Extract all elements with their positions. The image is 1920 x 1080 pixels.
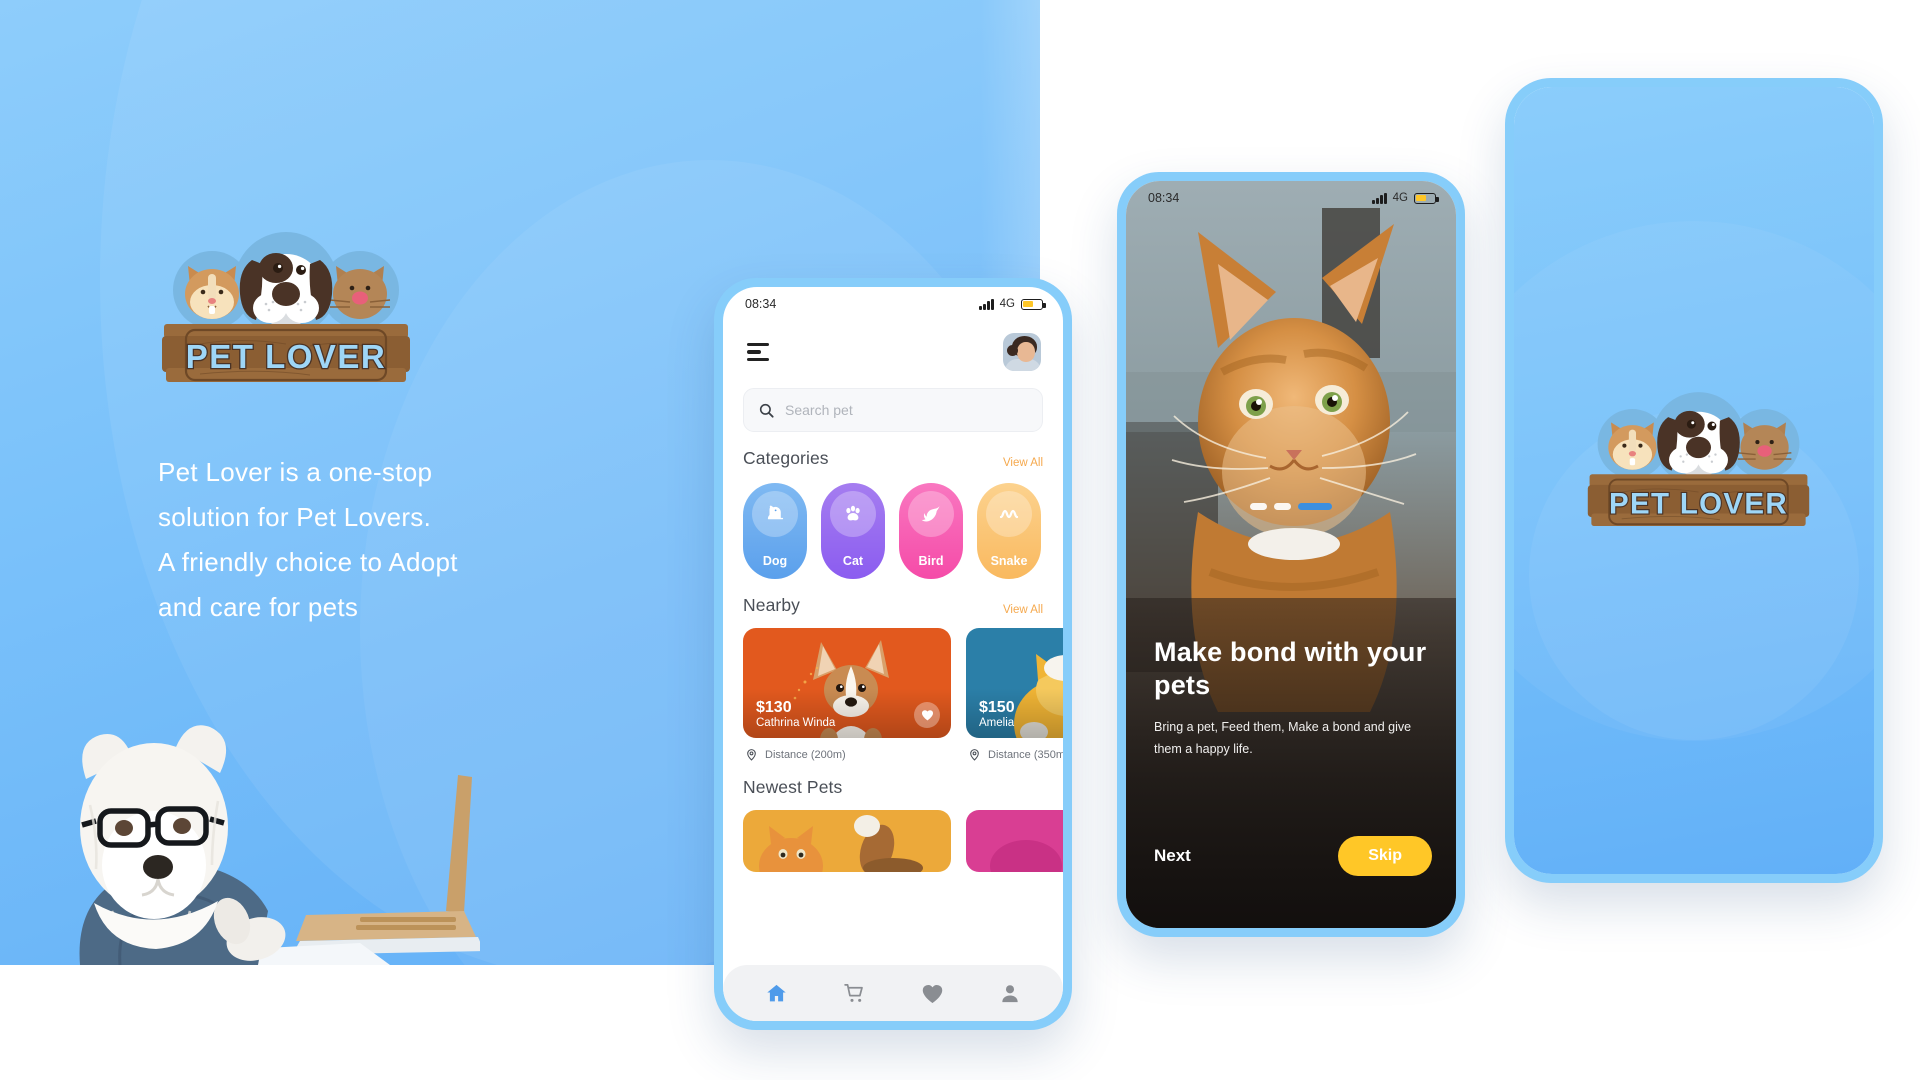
nearby-list: $130 Cathrina Winda Distance (200m) $150… bbox=[723, 616, 1063, 761]
nearby-card[interactable]: $150 Amelia Distance (350m) bbox=[966, 628, 1063, 761]
battery-icon bbox=[1414, 192, 1439, 204]
category-label: Bird bbox=[918, 554, 944, 568]
status-time: 08:34 bbox=[745, 297, 777, 311]
category-snake[interactable]: Snake bbox=[977, 483, 1041, 579]
newest-header: Newest Pets bbox=[723, 777, 1063, 798]
dog-with-glasses-at-laptop-icon bbox=[60, 715, 484, 966]
status-bar: 08:34 4G bbox=[723, 287, 1063, 317]
app-header bbox=[723, 317, 1063, 371]
status-time: 08:34 bbox=[1148, 191, 1180, 205]
onboarding-panel: Make bond with your pets Bring a pet, Fe… bbox=[1126, 598, 1456, 928]
newest-list bbox=[723, 798, 1063, 872]
phone-onboarding-screen: 08:34 4G Make bond with your pets Bring … bbox=[1117, 172, 1465, 937]
tab-profile[interactable] bbox=[995, 978, 1025, 1008]
nearby-header: Nearby View All bbox=[723, 595, 1063, 616]
paw-icon bbox=[830, 491, 876, 537]
tagline-line-1: Pet Lover is a one-stop bbox=[158, 457, 433, 487]
snake-icon bbox=[986, 491, 1032, 537]
search-input[interactable]: Search pet bbox=[743, 388, 1043, 432]
categories-view-all[interactable]: View All bbox=[1003, 457, 1043, 469]
signal-bars-icon bbox=[979, 298, 994, 310]
tab-favorites[interactable] bbox=[917, 978, 947, 1008]
pagination-dot[interactable] bbox=[1274, 503, 1291, 510]
newest-card[interactable] bbox=[743, 810, 951, 872]
pet-lover-logo: PET LOVER bbox=[160, 232, 412, 392]
tagline-line-3: A friendly choice to Adopt bbox=[158, 547, 458, 577]
category-label: Cat bbox=[842, 554, 864, 568]
pagination-dot[interactable] bbox=[1250, 503, 1267, 510]
onboarding-actions: Next Skip bbox=[1154, 836, 1432, 876]
splash-brand-text: PET LOVER bbox=[1609, 488, 1788, 521]
battery-icon bbox=[1021, 298, 1046, 310]
location-pin-icon bbox=[747, 749, 756, 761]
category-dog[interactable]: Dog bbox=[743, 483, 807, 579]
tab-cart[interactable] bbox=[839, 978, 869, 1008]
network-label: 4G bbox=[999, 298, 1015, 310]
search-icon bbox=[759, 403, 774, 418]
bird-icon bbox=[908, 491, 954, 537]
nearby-title: Nearby bbox=[743, 595, 801, 615]
hero-tagline: Pet Lover is a one-stop solution for Pet… bbox=[158, 450, 628, 630]
search-placeholder: Search pet bbox=[785, 402, 853, 418]
category-label: Dog bbox=[762, 554, 788, 568]
phone-home-screen: 08:34 4G Search pet Categories View All … bbox=[714, 278, 1072, 1030]
tab-home[interactable] bbox=[761, 978, 791, 1008]
favorite-button[interactable] bbox=[914, 702, 940, 728]
next-button[interactable]: Next bbox=[1154, 846, 1191, 866]
cart-icon bbox=[843, 983, 863, 1002]
bottom-tab-bar bbox=[723, 965, 1063, 1021]
distance-label: Distance (200m) bbox=[765, 748, 846, 761]
splash-logo: PET LOVER bbox=[1586, 392, 1811, 535]
tagline-line-4: and care for pets bbox=[158, 592, 359, 622]
hamburger-menu-icon[interactable] bbox=[747, 342, 769, 362]
newest-title: Newest Pets bbox=[743, 777, 843, 797]
screenshot-canvas: PET LOVER Pet Lover is a one-stop soluti… bbox=[0, 0, 1920, 1080]
network-label: 4G bbox=[1392, 192, 1408, 204]
avatar[interactable] bbox=[1003, 333, 1041, 371]
status-bar: 08:34 4G bbox=[1126, 181, 1456, 211]
pet-distance: Distance (200m) bbox=[743, 748, 951, 761]
onboarding-subtitle: Bring a pet, Feed them, Make a bond and … bbox=[1154, 720, 1412, 756]
signal-bars-icon bbox=[1372, 192, 1387, 204]
logo-brand-text: PET LOVER bbox=[186, 338, 387, 375]
pet-distance: Distance (350m) bbox=[966, 748, 1063, 761]
home-screen: 08:34 4G Search pet Categories View All … bbox=[723, 287, 1063, 1021]
home-icon bbox=[766, 984, 786, 1001]
onboarding-screen: 08:34 4G Make bond with your pets Bring … bbox=[1126, 181, 1456, 928]
skip-button[interactable]: Skip bbox=[1338, 836, 1432, 876]
pagination-dot-active[interactable] bbox=[1298, 503, 1332, 510]
pet-price: $130 bbox=[756, 699, 792, 716]
heart-icon bbox=[921, 710, 933, 721]
location-pin-icon bbox=[970, 749, 979, 761]
categories-list: Dog Cat Bird Snake bbox=[723, 469, 1063, 579]
profile-icon bbox=[1002, 984, 1018, 1002]
onboarding-pagination bbox=[1250, 503, 1332, 510]
category-bird[interactable]: Bird bbox=[899, 483, 963, 579]
distance-label: Distance (350m) bbox=[988, 748, 1063, 761]
newest-card[interactable] bbox=[966, 810, 1063, 872]
categories-header: Categories View All bbox=[723, 448, 1063, 469]
nearby-card[interactable]: $130 Cathrina Winda Distance (200m) bbox=[743, 628, 951, 761]
category-label: Snake bbox=[990, 554, 1028, 568]
categories-title: Categories bbox=[743, 448, 829, 468]
orange-cat-photo bbox=[759, 815, 923, 872]
nearby-view-all[interactable]: View All bbox=[1003, 604, 1043, 616]
pet-photo bbox=[990, 840, 1062, 872]
pet-price: $150 bbox=[979, 699, 1015, 716]
pet-owner-name: Cathrina Winda bbox=[756, 717, 836, 729]
heart-icon bbox=[922, 984, 942, 1003]
tagline-line-2: solution for Pet Lovers. bbox=[158, 502, 432, 532]
category-cat[interactable]: Cat bbox=[821, 483, 885, 579]
onboarding-title: Make bond with your pets bbox=[1154, 637, 1427, 700]
pet-owner-name: Amelia bbox=[979, 717, 1015, 729]
dog-icon bbox=[752, 491, 798, 537]
